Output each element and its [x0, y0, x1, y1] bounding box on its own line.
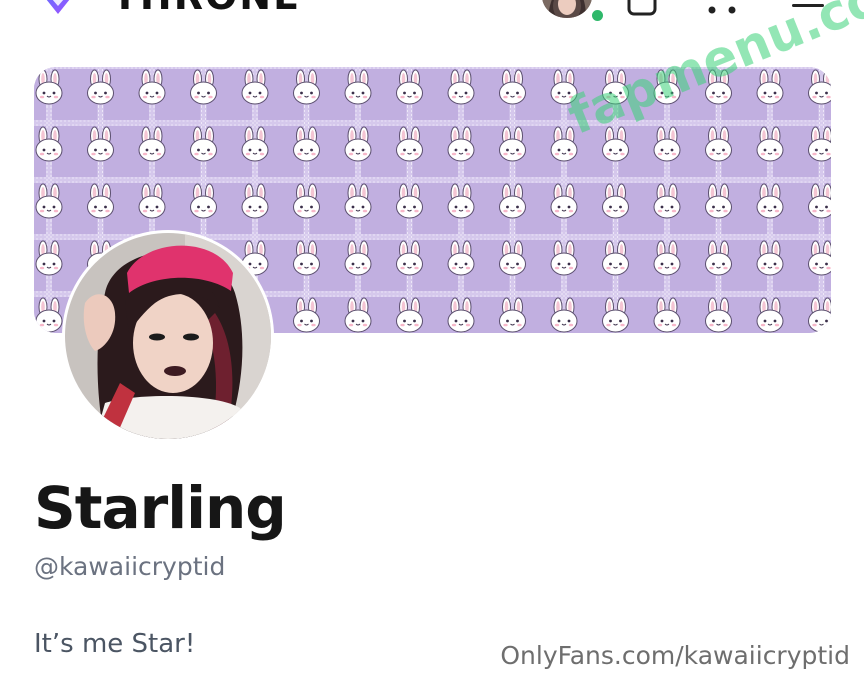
dots-icon[interactable]: [704, 0, 740, 23]
online-status-dot: [590, 8, 605, 23]
user-avatar[interactable]: [542, 0, 592, 18]
profile-bio: It’s me Star!: [34, 629, 196, 659]
onlyfans-watermark: OnlyFans.com/kawaiicryptid: [500, 641, 850, 670]
profile-display-name: Starling: [34, 474, 287, 542]
profile-handle: @kawaiicryptid: [34, 552, 226, 581]
profile-avatar[interactable]: [65, 233, 271, 439]
throne-logo-icon[interactable]: [30, 0, 86, 16]
bag-icon[interactable]: [626, 0, 658, 23]
brand-name[interactable]: THRONE: [112, 0, 301, 18]
top-nav-bar: THRONE: [0, 0, 864, 23]
menu-icon[interactable]: [790, 0, 826, 23]
profile-page: THRONE: [0, 0, 864, 688]
